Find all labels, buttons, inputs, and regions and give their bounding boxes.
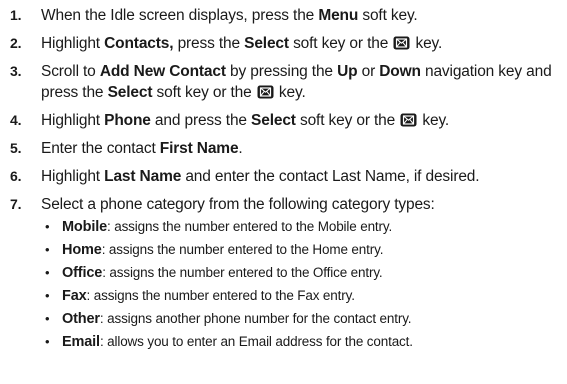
category-item: • Fax: assigns the number entered to the … [41,286,559,306]
category-term: Mobile [62,219,108,235]
category-item: • Email: allows you to enter an Email add… [41,332,559,352]
step-item: 2. Highlight Contacts, press the Select s… [0,33,567,54]
bullet-icon: • [45,219,50,234]
step-text: Highlight Contacts, press the Select sof… [41,35,442,52]
ok-key-icon [400,112,417,127]
category-description: : assigns the number entered to the Home… [101,242,384,257]
step-text-segment: Highlight [41,112,105,129]
ok-key-icon [257,84,274,99]
category-list: • Mobile: assigns the number entered to t… [41,217,559,352]
step-keyword: Last Name [104,168,182,185]
step-number: 7. [10,196,22,212]
step-keyword: Contacts, [104,35,174,52]
step-number: 2. [10,35,22,51]
bullet-icon: • [45,334,50,349]
ok-key-icon [393,35,410,50]
bullet-icon: • [45,311,50,326]
step-text-segment: key. [418,112,450,129]
bullet-icon: • [45,288,50,303]
bullet-icon: • [45,265,50,280]
step-keyword: Down [379,63,421,80]
step-text-segment: . [238,140,243,157]
category-item: • Home: assigns the number entered to the… [41,240,559,260]
category-term: Email [62,334,100,350]
category-description: : assigns the number entered to the Mobi… [107,219,393,234]
step-item: 6. Highlight Last Name and enter the cont… [0,166,567,187]
step-keyword: Select [251,112,296,129]
step-item: 4. Highlight Phone and press the Select s… [0,110,567,131]
category-description: : assigns another phone number for the c… [99,311,412,326]
step-text-segment: soft key. [358,7,418,24]
step-item: 5. Enter the contact First Name. [0,138,567,159]
category-description: : assigns the number entered to the Fax … [86,288,355,303]
step-text: Select a phone category from the followi… [41,196,435,213]
step-keyword: Menu [318,7,359,24]
category-description: : assigns the number entered to the Offi… [102,265,383,280]
step-text-segment: When the Idle screen displays, press the [41,7,319,24]
step-keyword: Up [337,63,358,80]
step-text-segment: or [357,63,380,80]
step-text: Highlight Last Name and enter the contac… [41,168,480,185]
step-number: 1. [10,7,22,23]
category-item: • Mobile: assigns the number entered to t… [41,217,559,237]
step-keyword: Select [107,84,153,101]
step-text-segment: soft key or the [288,35,393,52]
category-term: Fax [62,288,87,304]
step-text-segment: Enter the contact [41,140,160,157]
step-keyword: First Name [159,140,239,157]
step-item: 1. When the Idle screen displays, press t… [0,5,567,26]
step-text-segment: key. [274,84,306,101]
step-text-segment: soft key or the [152,84,256,101]
step-keyword: Add New Contact [99,63,226,80]
step-text: Enter the contact First Name. [41,140,243,157]
step-keyword: Phone [104,112,151,129]
step-text: When the Idle screen displays, press the… [41,7,418,24]
category-term: Home [62,242,102,258]
step-keyword: Select [244,35,289,52]
step-item: 7. Select a phone category from the follo… [0,194,567,352]
step-text-segment: Highlight [41,168,105,185]
step-number: 4. [10,112,22,128]
step-text-segment: and enter the contact Last Name, if desi… [181,168,480,185]
step-text-segment: Scroll to [41,63,100,80]
step-number: 3. [10,63,22,79]
bullet-icon: • [45,242,50,257]
step-item: 3. Scroll to Add New Contact by pressing … [0,61,567,103]
steps-list: 1. When the Idle screen displays, press t… [0,5,567,352]
step-text-segment: soft key or the [295,112,400,129]
category-term: Other [62,311,100,327]
step-text-segment: Highlight [41,35,105,52]
step-text-segment: Select a phone category from the followi… [41,196,435,213]
step-text-segment: key. [411,35,443,52]
step-number: 5. [10,140,22,156]
step-text-segment: press the [173,35,245,52]
category-term: Office [62,265,103,281]
step-text-segment: by pressing the [225,63,338,80]
category-item: • Other: assigns another phone number for… [41,309,559,329]
step-text: Highlight Phone and press the Select sof… [41,112,449,129]
step-text-segment: and press the [150,112,252,129]
category-description: : allows you to enter an Email address f… [99,334,413,349]
category-item: • Office: assigns the number entered to t… [41,263,559,283]
step-text: Scroll to Add New Contact by pressing th… [41,63,552,101]
step-number: 6. [10,168,22,184]
instruction-page: 1. When the Idle screen displays, press t… [0,0,567,384]
